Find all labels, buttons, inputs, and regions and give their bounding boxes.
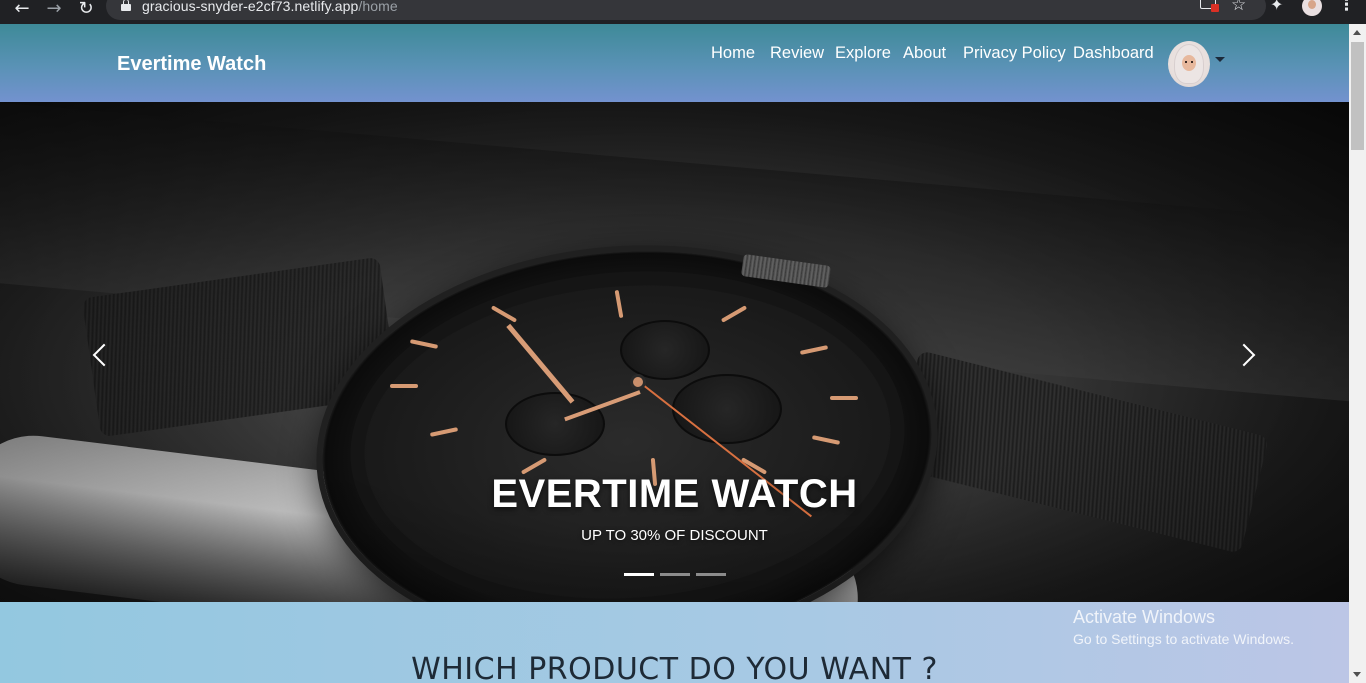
url-path: /home [358,0,398,14]
hero-title: EVERTIME WATCH [491,472,858,516]
nav-link-home[interactable]: Home [711,44,755,63]
carousel-next-button[interactable] [1232,335,1262,375]
nav-link-explore[interactable]: Explore [835,44,891,63]
brand-logo[interactable]: Evertime Watch [117,53,266,76]
extensions-icon[interactable]: ✦ [1270,0,1283,14]
hero-subtitle: UP TO 30% OF DISCOUNT [581,527,768,544]
nav-link-about[interactable]: About [903,44,946,63]
carousel-indicator[interactable] [624,573,654,576]
nav-link-review[interactable]: Review [770,44,824,63]
scroll-down-icon[interactable] [1353,672,1361,677]
url-text[interactable]: gracious-snyder-e2cf73.netlify.app/home [142,0,398,14]
scrollbar-thumb[interactable] [1351,42,1364,150]
page-scrollbar[interactable] [1349,24,1366,683]
reload-icon[interactable]: ↻ [74,0,98,20]
carousel-indicators [624,573,726,576]
menu-kebab-icon[interactable]: ⋮ [1338,0,1355,15]
user-avatar[interactable] [1168,41,1210,87]
chevron-down-icon[interactable] [1215,57,1225,62]
watermark-title: Activate Windows [1073,607,1216,627]
back-arrow-icon[interactable]: ← [10,0,34,20]
web-page: Evertime Watch Home Review Explore About… [0,24,1366,683]
hero-carousel: EVERTIME WATCH UP TO 30% OF DISCOUNT [0,102,1349,602]
forward-arrow-icon[interactable]: → [42,0,66,20]
windows-activation-watermark: Activate Windows Go to Settings to activ… [1073,607,1294,647]
section-title: WHICH PRODUCT DO YOU WANT ? [411,652,938,683]
site-navbar: Evertime Watch Home Review Explore About… [0,24,1349,102]
carousel-indicator[interactable] [696,573,726,576]
scroll-up-icon[interactable] [1353,30,1361,35]
carousel-prev-button[interactable] [86,335,116,375]
url-host: gracious-snyder-e2cf73.netlify.app [142,0,359,14]
star-icon[interactable]: ☆ [1231,0,1246,15]
cast-icon[interactable] [1200,0,1219,12]
browser-toolbar: ← → ↻ gracious-snyder-e2cf73.netlify.app… [0,0,1366,24]
nav-link-privacy-policy[interactable]: Privacy Policy [963,44,1066,63]
carousel-indicator[interactable] [660,573,690,576]
profile-avatar-icon[interactable] [1302,0,1322,16]
lock-icon[interactable] [121,0,131,12]
watermark-subtitle: Go to Settings to activate Windows. [1073,631,1294,647]
chevron-left-icon [92,343,116,367]
nav-link-dashboard[interactable]: Dashboard [1073,44,1154,63]
chevron-right-icon [1232,343,1256,367]
